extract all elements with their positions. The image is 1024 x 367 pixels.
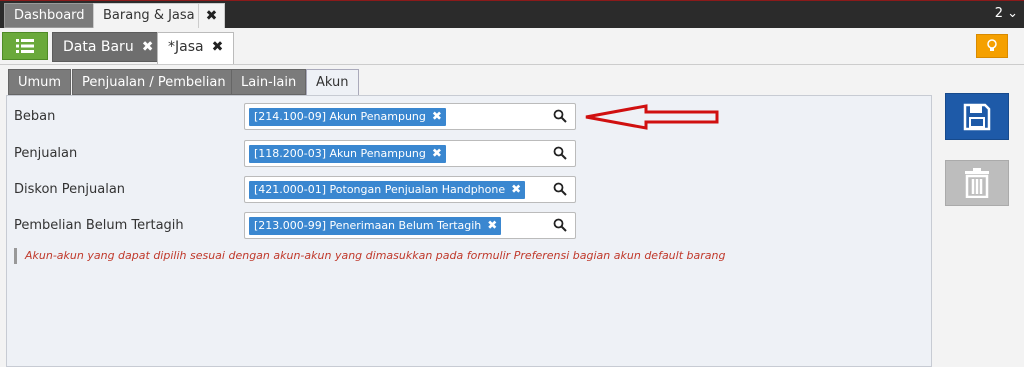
chip-remove-icon[interactable]: ✖ <box>487 218 497 232</box>
search-icon[interactable] <box>553 182 567 196</box>
pembelian-belum-tertagih-label: Pembelian Belum Tertagih <box>14 218 184 233</box>
trash-icon <box>965 168 989 198</box>
chip-text: [214.100-09] Akun Penampung <box>254 110 426 123</box>
search-icon[interactable] <box>553 146 567 160</box>
delete-button[interactable] <box>945 160 1009 206</box>
account-chip: [421.000-01] Potongan Penjualan Handphon… <box>249 181 526 199</box>
tips-button[interactable] <box>976 34 1008 58</box>
chip-remove-icon[interactable]: ✖ <box>511 182 521 196</box>
search-icon[interactable] <box>553 109 567 123</box>
doc-tab-data-baru[interactable]: Data Baru ✖ <box>52 32 165 62</box>
penjualan-field[interactable]: [118.200-03] Akun Penampung ✖ <box>244 140 576 167</box>
hint-text: Akun-akun yang dapat dipilih sesuai deng… <box>25 249 726 262</box>
doc-tab-close-icon[interactable]: ✖ <box>142 39 154 55</box>
diskon-penjualan-field[interactable]: [421.000-01] Potongan Penjualan Handphon… <box>244 176 576 203</box>
chip-remove-icon[interactable]: ✖ <box>432 109 442 123</box>
chip-remove-icon[interactable]: ✖ <box>432 146 442 160</box>
list-icon <box>16 39 34 53</box>
list-button[interactable] <box>2 32 48 60</box>
top-tab-close-button[interactable]: ✖ <box>198 3 225 28</box>
lightbulb-icon <box>987 39 997 51</box>
doc-tab-close-icon[interactable]: ✖ <box>212 39 224 55</box>
doc-tab-jasa[interactable]: *Jasa ✖ <box>157 32 235 64</box>
arrow-annotation-icon <box>585 104 719 130</box>
top-bar: Dashboard Barang & Jasa ✖ 2 ⌄ <box>0 0 1024 28</box>
doc-tab-label: Data Baru <box>63 39 134 55</box>
save-button[interactable] <box>945 93 1009 140</box>
document-tab-row: Data Baru ✖ *Jasa ✖ <box>0 28 1024 64</box>
penjualan-label: Penjualan <box>14 146 78 161</box>
top-tab-dashboard[interactable]: Dashboard <box>4 3 95 28</box>
beban-field[interactable]: [214.100-09] Akun Penampung ✖ <box>244 103 576 130</box>
chip-text: [213.000-99] Penerimaan Belum Tertagih <box>254 219 482 232</box>
account-chip: [118.200-03] Akun Penampung ✖ <box>249 145 446 163</box>
save-icon <box>963 103 991 130</box>
account-chip: [214.100-09] Akun Penampung ✖ <box>249 108 446 126</box>
tab-akun[interactable]: Akun <box>306 69 359 97</box>
hint-marker <box>14 248 17 264</box>
account-chip: [213.000-99] Penerimaan Belum Tertagih ✖ <box>249 217 502 235</box>
beban-label: Beban <box>14 109 56 124</box>
tab-umum[interactable]: Umum <box>8 69 72 95</box>
chip-text: [118.200-03] Akun Penampung <box>254 147 426 160</box>
tab-penjualan-pembelian[interactable]: Penjualan / Pembelian <box>72 69 236 95</box>
chip-text: [421.000-01] Potongan Penjualan Handphon… <box>254 183 506 196</box>
tab-lain-lain[interactable]: Lain-lain <box>231 69 307 95</box>
diskon-penjualan-label: Diskon Penjualan <box>14 182 126 197</box>
tab-count-dropdown[interactable]: 2 ⌄ <box>995 6 1018 21</box>
doc-tab-label: *Jasa <box>168 39 204 55</box>
top-tab-barang-jasa[interactable]: Barang & Jasa <box>93 3 205 28</box>
pembelian-belum-tertagih-field[interactable]: [213.000-99] Penerimaan Belum Tertagih ✖ <box>244 212 576 239</box>
search-icon[interactable] <box>553 218 567 232</box>
